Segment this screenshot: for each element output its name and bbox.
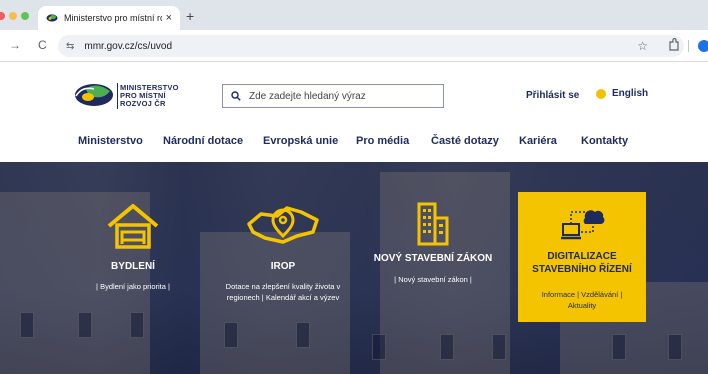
tile-irop[interactable]: IROP Dotace na zlepšení kvality života v…: [220, 162, 346, 322]
background-window: [20, 312, 34, 338]
address-bar[interactable]: ⇆ mmr.gov.cz/cs/uvod ☆: [58, 35, 684, 57]
profile-avatar-icon[interactable]: [698, 40, 708, 52]
office-building-icon: [417, 202, 449, 246]
browser-tabbar: Ministerstvo pro místní rozvoj ČR × +: [0, 0, 708, 30]
map-pin-icon: [247, 206, 319, 244]
forward-icon[interactable]: →: [9, 39, 21, 51]
background-window: [612, 334, 626, 360]
house-bed-icon: [107, 204, 159, 249]
tile-links[interactable]: Dotace na zlepšení kvality života v regi…: [220, 282, 346, 303]
nav-item-caste-dotazy[interactable]: Časté dotazy: [431, 135, 499, 147]
tab-close-icon[interactable]: ×: [166, 12, 172, 24]
background-window: [440, 334, 454, 360]
bookmark-star-icon[interactable]: ☆: [637, 39, 648, 53]
nav-item-kariera[interactable]: Kariéra: [519, 135, 557, 147]
tile-title[interactable]: NOVÝ STAVEBNÍ ZÁKON: [370, 252, 496, 265]
background-window: [224, 322, 238, 348]
nav-item-kontakty[interactable]: Kontakty: [581, 135, 628, 147]
search-icon: [231, 91, 241, 101]
ministry-logo-icon[interactable]: [74, 80, 114, 108]
main-navigation: Ministerstvo Národní dotace Evropská uni…: [0, 132, 708, 154]
browser-toolbar: → C ⇆ mmr.gov.cz/cs/uvod ☆: [0, 30, 708, 62]
site-settings-icon[interactable]: ⇆: [66, 41, 74, 52]
language-label: English: [612, 88, 649, 99]
tile-title[interactable]: BYDLENÍ: [70, 260, 196, 273]
site-favicon-icon: [46, 14, 58, 22]
hero-banner: BYDLENÍ | Bydlení jako priorita | IROP D…: [0, 162, 708, 374]
tile-title[interactable]: DIGITALIZACE STAVEBNÍHO ŘÍZENÍ: [518, 250, 646, 276]
tab-title: Ministerstvo pro místní rozvoj ČR: [64, 13, 162, 23]
extensions-icon[interactable]: [668, 38, 680, 52]
reload-icon[interactable]: C: [38, 39, 47, 51]
login-link[interactable]: Přihlásit se: [526, 90, 579, 101]
ministry-wordmark[interactable]: MINISTERSTVO PRO MÍSTNÍ ROZVOJ ČR: [120, 84, 179, 108]
background-window: [296, 322, 310, 348]
tile-links[interactable]: Informace | Vzdělávání | Aktuality: [518, 290, 646, 311]
background-window: [668, 334, 682, 360]
nav-item-evropska-unie[interactable]: Evropská unie: [263, 135, 338, 147]
search-input[interactable]: Zde zadejte hledaný výraz: [222, 84, 444, 108]
logo-divider: [117, 83, 118, 109]
nav-item-pro-media[interactable]: Pro média: [356, 135, 409, 147]
window-maximize-control[interactable]: [21, 12, 29, 20]
background-window: [492, 334, 506, 360]
tile-title[interactable]: IROP: [220, 260, 346, 273]
nav-item-narodni-dotace[interactable]: Národní dotace: [163, 135, 243, 147]
browser-tab-active[interactable]: Ministerstvo pro místní rozvoj ČR ×: [38, 6, 180, 30]
cloud-computer-icon: [561, 210, 605, 240]
url-text[interactable]: mmr.gov.cz/cs/uvod: [84, 41, 172, 52]
tile-links[interactable]: | Bydlení jako priorita |: [70, 282, 196, 293]
tile-bydleni[interactable]: BYDLENÍ | Bydlení jako priorita |: [70, 162, 196, 322]
globe-icon: [596, 88, 606, 99]
language-switch[interactable]: English: [596, 88, 648, 99]
new-tab-button[interactable]: +: [186, 9, 194, 23]
window-minimize-control[interactable]: [9, 12, 17, 20]
tile-links[interactable]: | Nový stavební zákon |: [370, 275, 496, 286]
tile-novy-stavebni-zakon[interactable]: NOVÝ STAVEBNÍ ZÁKON | Nový stavební záko…: [370, 162, 496, 322]
nav-item-ministerstvo[interactable]: Ministerstvo: [78, 135, 143, 147]
search-placeholder: Zde zadejte hledaný výraz: [249, 90, 366, 102]
background-window: [372, 334, 386, 360]
site-header: MINISTERSTVO PRO MÍSTNÍ ROZVOJ ČR Zde za…: [0, 62, 708, 162]
logo-line-3: ROZVOJ ČR: [120, 99, 166, 108]
window-close-control[interactable]: [0, 12, 5, 20]
toolbar-divider: [688, 40, 689, 52]
tile-digitalizace-stavebniho-rizeni[interactable]: DIGITALIZACE STAVEBNÍHO ŘÍZENÍ Informace…: [518, 192, 646, 322]
